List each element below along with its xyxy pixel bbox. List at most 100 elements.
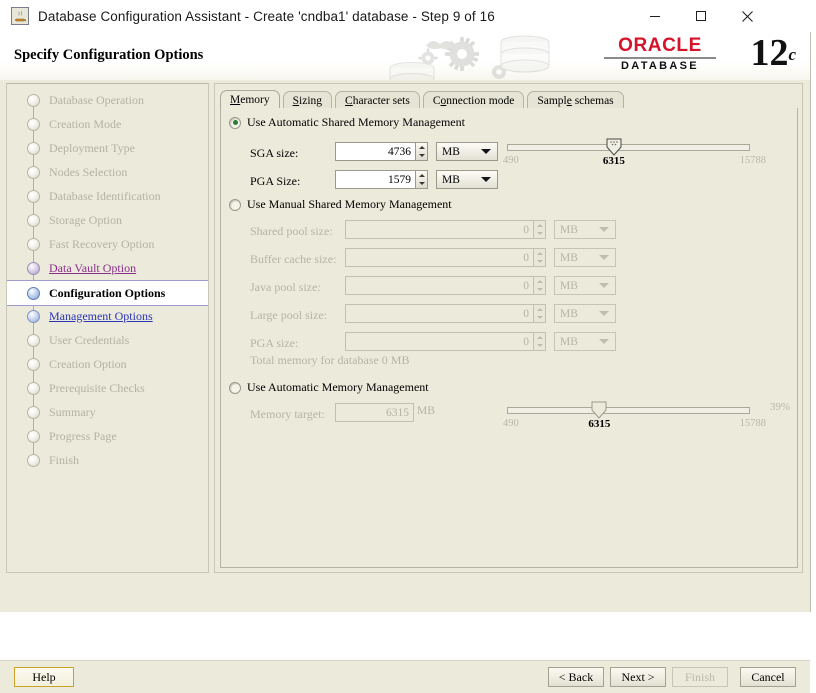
pga-size-input[interactable]: 1579 xyxy=(335,170,415,189)
content-panel: Memory Sizing Character sets Connection mod… xyxy=(214,83,803,573)
sidebar-step-label: Data Vault Option xyxy=(49,260,137,275)
buffer-cache-size-spin-down xyxy=(534,258,545,267)
oracle-wordmark: ORACLE xyxy=(618,35,702,56)
sga-size-spin-buttons[interactable] xyxy=(415,142,428,161)
tab-label: Memory xyxy=(230,94,270,106)
next-button[interactable]: Next > xyxy=(610,667,666,687)
finish-button: Finish xyxy=(672,667,728,687)
radio-automatic-shared-memory[interactable]: Use Automatic Shared Memory Management xyxy=(229,115,465,130)
memory-target-slider[interactable]: 490 6315 15788 39% xyxy=(503,401,790,431)
chevron-down-icon xyxy=(599,311,609,316)
shared-memory-slider-value: 6315 xyxy=(602,155,625,167)
version-number: 12 xyxy=(750,32,789,74)
body-area: Database Operation Creation Mode Deploymen… xyxy=(0,80,810,693)
tab-strip: Memory Sizing Character sets Connection mod… xyxy=(220,90,627,109)
sidebar-step-label: Database Identification xyxy=(49,188,161,203)
tab-connection-mode[interactable]: Connection mode xyxy=(422,91,525,109)
large-pool-size-input: 0 xyxy=(345,304,533,323)
memory-target-slider-max: 15788 xyxy=(739,418,766,429)
close-button[interactable] xyxy=(724,0,770,32)
tab-sample-schemas[interactable]: Sample schemas xyxy=(527,91,624,109)
java-pool-size-label: Java pool size: xyxy=(250,280,321,294)
sga-size-spinner[interactable]: 4736 xyxy=(335,142,428,161)
maximize-button[interactable] xyxy=(678,0,724,32)
buffer-cache-size-unit-value: MB xyxy=(560,251,578,264)
wizard-step-sidebar: Database Operation Creation Mode Deploymen… xyxy=(6,83,209,573)
radio-manual-shared-memory[interactable]: Use Manual Shared Memory Management xyxy=(229,197,452,212)
shared-memory-slider-min: 490 xyxy=(503,155,519,166)
radio-automatic-memory-indicator[interactable] xyxy=(229,381,241,394)
sidebar-step-label: Creation Mode xyxy=(49,116,122,131)
sidebar-step-management-options[interactable]: Management Options xyxy=(7,304,208,328)
shared-pool-size-spin-down xyxy=(534,230,545,239)
step-bullet-icon xyxy=(27,333,40,347)
pga-size-spin-buttons[interactable] xyxy=(415,170,428,189)
step-bullet-icon xyxy=(27,141,40,155)
help-button-label: Help xyxy=(32,669,56,684)
sga-size-unit-value: MB xyxy=(442,145,460,158)
large-pool-size-spin-down xyxy=(534,314,545,323)
pga-size-spin-up[interactable] xyxy=(416,171,427,180)
radio-manual-shared-memory-indicator[interactable] xyxy=(229,198,241,211)
memory-target-input[interactable]: 6315 xyxy=(335,403,414,422)
cancel-button[interactable]: Cancel xyxy=(740,667,796,687)
sga-size-spin-up[interactable] xyxy=(416,143,427,152)
sidebar-step-data-vault-option[interactable]: Data Vault Option xyxy=(7,256,208,280)
buffer-cache-size-unit-select: MB xyxy=(554,248,616,267)
minimize-button[interactable] xyxy=(632,0,678,32)
step-bullet-icon xyxy=(27,165,40,179)
sidebar-step-user-credentials: User Credentials xyxy=(7,328,208,352)
pga-size-label: PGA size: xyxy=(250,336,299,350)
next-button-label: Next > xyxy=(621,669,655,684)
version-badge: 12c xyxy=(750,34,796,72)
large-pool-size-spinner: 0 xyxy=(345,304,546,323)
sidebar-step-summary: Summary xyxy=(7,400,208,424)
pga-size-spin-down[interactable] xyxy=(416,180,427,189)
finish-button-label: Finish xyxy=(684,669,715,684)
shared-memory-slider[interactable]: 490 6315 15788 xyxy=(503,138,766,168)
total-memory-text: Total memory for database 0 MB xyxy=(250,353,410,367)
sidebar-step-prerequisite-checks: Prerequisite Checks xyxy=(7,376,208,400)
sidebar-step-label: Database Operation xyxy=(49,92,144,107)
radio-automatic-shared-memory-indicator[interactable] xyxy=(229,116,241,129)
tab-memory[interactable]: Memory xyxy=(220,90,280,109)
pga-size-spin-down xyxy=(534,342,545,351)
gears-and-database-art-icon xyxy=(370,32,600,80)
sidebar-step-nodes-selection: Nodes Selection xyxy=(7,160,208,184)
buffer-cache-size-spin-buttons xyxy=(533,248,546,267)
page-title: Specify Configuration Options xyxy=(14,47,204,63)
memory-target-field[interactable]: 6315 xyxy=(335,403,414,422)
window-right-edge xyxy=(810,32,816,616)
sidebar-step-storage-option: Storage Option xyxy=(7,208,208,232)
large-pool-size-unit-select: MB xyxy=(554,304,616,323)
sidebar-step-label: Progress Page xyxy=(49,428,117,443)
step-bullet-icon xyxy=(27,381,40,395)
radio-manual-shared-memory-label: Use Manual Shared Memory Management xyxy=(247,197,452,211)
pga-size-unit-value: MB xyxy=(560,335,578,348)
sga-size-input[interactable]: 4736 xyxy=(335,142,415,161)
shared-memory-slider-thumb[interactable] xyxy=(606,138,622,156)
radio-automatic-memory[interactable]: Use Automatic Memory Management xyxy=(229,380,429,395)
step-bullet-icon xyxy=(27,429,40,443)
pga-size-unit-select[interactable]: MB xyxy=(436,170,498,189)
memory-target-slider-track[interactable] xyxy=(507,407,750,414)
back-button[interactable]: < Back xyxy=(548,667,604,687)
tab-character-sets[interactable]: Character sets xyxy=(335,91,420,109)
large-pool-size-spin-up xyxy=(534,305,545,314)
sga-size-unit-select[interactable]: MB xyxy=(436,142,498,161)
memory-target-slider-thumb[interactable] xyxy=(591,401,607,419)
step-bullet-icon xyxy=(27,357,40,371)
pga-size-spin-buttons xyxy=(533,332,546,351)
pga-size-spinner[interactable]: 1579 xyxy=(335,170,428,189)
sidebar-step-configuration-options: Configuration Options xyxy=(7,280,208,306)
shared-memory-slider-track[interactable] xyxy=(507,144,750,151)
window-title: Database Configuration Assistant - Creat… xyxy=(38,8,495,24)
buffer-cache-size-input: 0 xyxy=(345,248,533,267)
help-button[interactable]: Help xyxy=(14,667,74,687)
memory-target-percent: 39% xyxy=(769,401,790,413)
tab-sizing[interactable]: Sizing xyxy=(282,91,333,109)
oracle-logo: ORACLE DATABASE xyxy=(604,36,716,72)
sga-size-spin-down[interactable] xyxy=(416,152,427,161)
chevron-down-icon xyxy=(481,177,491,182)
radio-automatic-shared-memory-label: Use Automatic Shared Memory Management xyxy=(247,115,465,129)
